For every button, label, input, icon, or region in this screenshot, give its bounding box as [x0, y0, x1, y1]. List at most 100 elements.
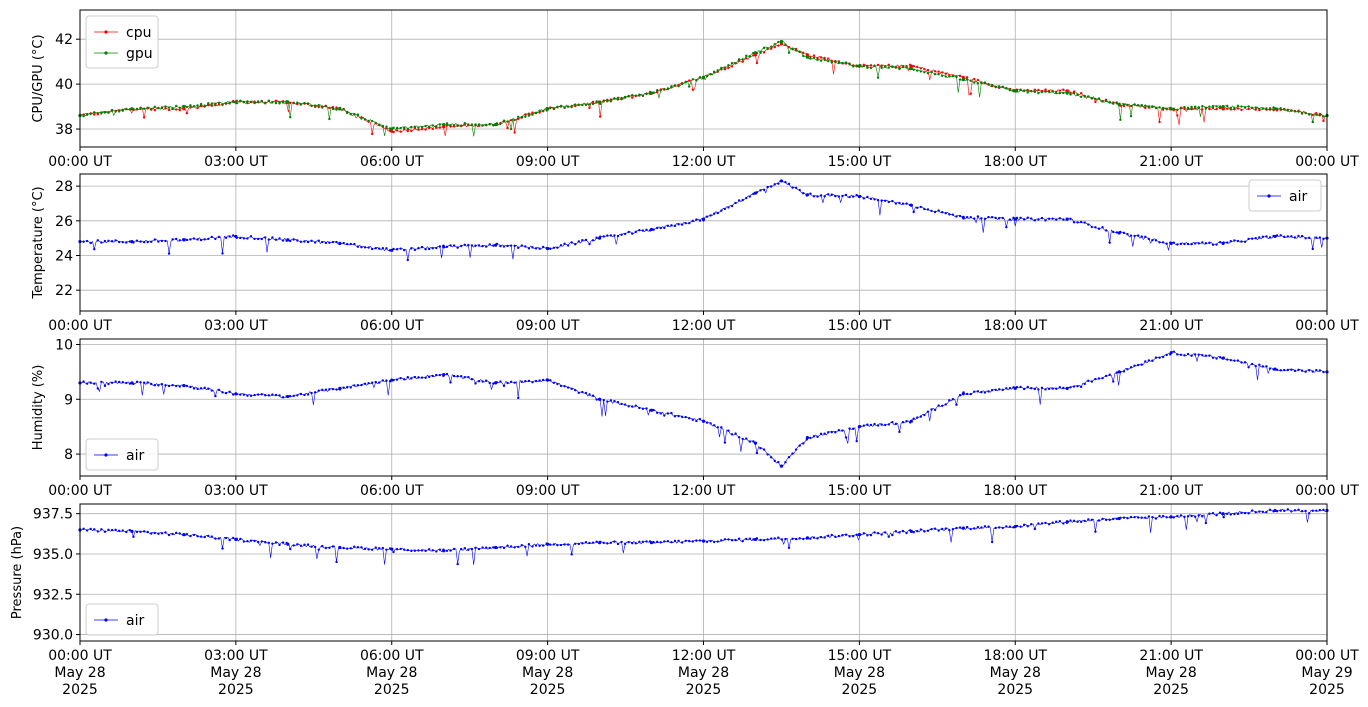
data-point [182, 383, 186, 388]
data-point [701, 419, 706, 423]
data-point [360, 383, 363, 387]
data-point [670, 224, 673, 227]
data-point [321, 106, 324, 109]
data-point [413, 549, 417, 552]
data-point [378, 247, 381, 250]
data-point [534, 544, 538, 547]
data-point [588, 242, 591, 246]
data-point [1186, 515, 1190, 518]
data-point [919, 70, 923, 73]
data-point [955, 526, 958, 530]
data-point [96, 530, 100, 533]
data-point [873, 531, 876, 534]
data-point [816, 537, 819, 540]
data-point [189, 534, 192, 538]
data-point [673, 84, 677, 87]
data-point [1005, 387, 1008, 390]
data-point [1311, 120, 1314, 124]
data-point [1044, 388, 1047, 391]
data-point [759, 50, 762, 54]
data-point [577, 240, 580, 243]
data-point [431, 127, 434, 131]
data-point [335, 560, 338, 564]
data-point [110, 528, 114, 532]
x-tick-label: 21:00 UT [1139, 318, 1203, 334]
data-point [1001, 388, 1004, 392]
data-point [1247, 237, 1250, 241]
data-point [919, 528, 923, 531]
data-point [623, 95, 627, 99]
data-point [484, 379, 488, 382]
data-point [1144, 106, 1147, 110]
data-point [395, 126, 399, 130]
data-point [784, 460, 787, 464]
data-point [1250, 362, 1254, 366]
data-point [680, 541, 684, 544]
data-point [499, 546, 502, 549]
data-point [866, 66, 869, 70]
data-point [574, 388, 577, 392]
data-point [941, 74, 944, 77]
data-point [1158, 241, 1161, 244]
data-point [296, 394, 299, 397]
data-point [164, 384, 167, 387]
data-point [167, 384, 171, 388]
data-point [1247, 107, 1250, 111]
data-point [609, 399, 613, 402]
data-point [435, 246, 438, 250]
data-point [1013, 386, 1017, 390]
data-point [1008, 387, 1012, 390]
y-tick-label: 930.0 [33, 628, 73, 644]
data-point [484, 245, 488, 248]
data-point [1318, 508, 1322, 512]
data-point [296, 239, 299, 242]
legend: air [1248, 179, 1322, 212]
data-point [130, 240, 134, 244]
data-point [1001, 526, 1004, 530]
data-point [477, 547, 481, 551]
data-point [857, 194, 861, 199]
data-point [1101, 376, 1104, 380]
data-point [1126, 368, 1129, 371]
data-point [597, 397, 602, 401]
data-point [701, 75, 706, 79]
data-point [901, 65, 905, 69]
data-point [506, 126, 509, 130]
data-point [281, 239, 285, 242]
data-point [1051, 521, 1054, 524]
data-point [299, 392, 303, 396]
data-point [274, 238, 278, 241]
x-tick-label: 21:00 UT [1139, 483, 1203, 499]
data-point [139, 381, 142, 384]
y-tick-label: 935.0 [33, 547, 73, 563]
data-point [994, 388, 997, 392]
data-point [96, 387, 100, 390]
data-point [324, 104, 328, 108]
data-point [1001, 85, 1004, 89]
data-point [185, 111, 189, 115]
data-point [524, 245, 527, 248]
data-point [299, 240, 303, 243]
data-point [185, 384, 189, 388]
data-point [499, 244, 502, 248]
data-point [1261, 365, 1265, 368]
data-point [837, 61, 841, 65]
data-point [232, 536, 235, 540]
data-point [541, 544, 545, 547]
data-point [961, 526, 965, 530]
data-point [1247, 366, 1250, 369]
data-point [802, 54, 805, 58]
figure: 38404200:00 UT 03:00 UT 06:00 UT 09:00 UT 12… [10, 9, 1359, 698]
data-point [93, 382, 96, 385]
data-point [509, 545, 513, 548]
x-tick-label: 06:00 UT [360, 483, 424, 499]
data-point [1030, 217, 1033, 220]
data-point [264, 541, 267, 544]
data-point [1094, 530, 1097, 533]
data-point [121, 240, 124, 244]
data-point [506, 381, 509, 385]
data-point [1079, 385, 1083, 389]
data-point [452, 123, 456, 127]
data-point [556, 105, 559, 108]
data-point [944, 75, 947, 78]
